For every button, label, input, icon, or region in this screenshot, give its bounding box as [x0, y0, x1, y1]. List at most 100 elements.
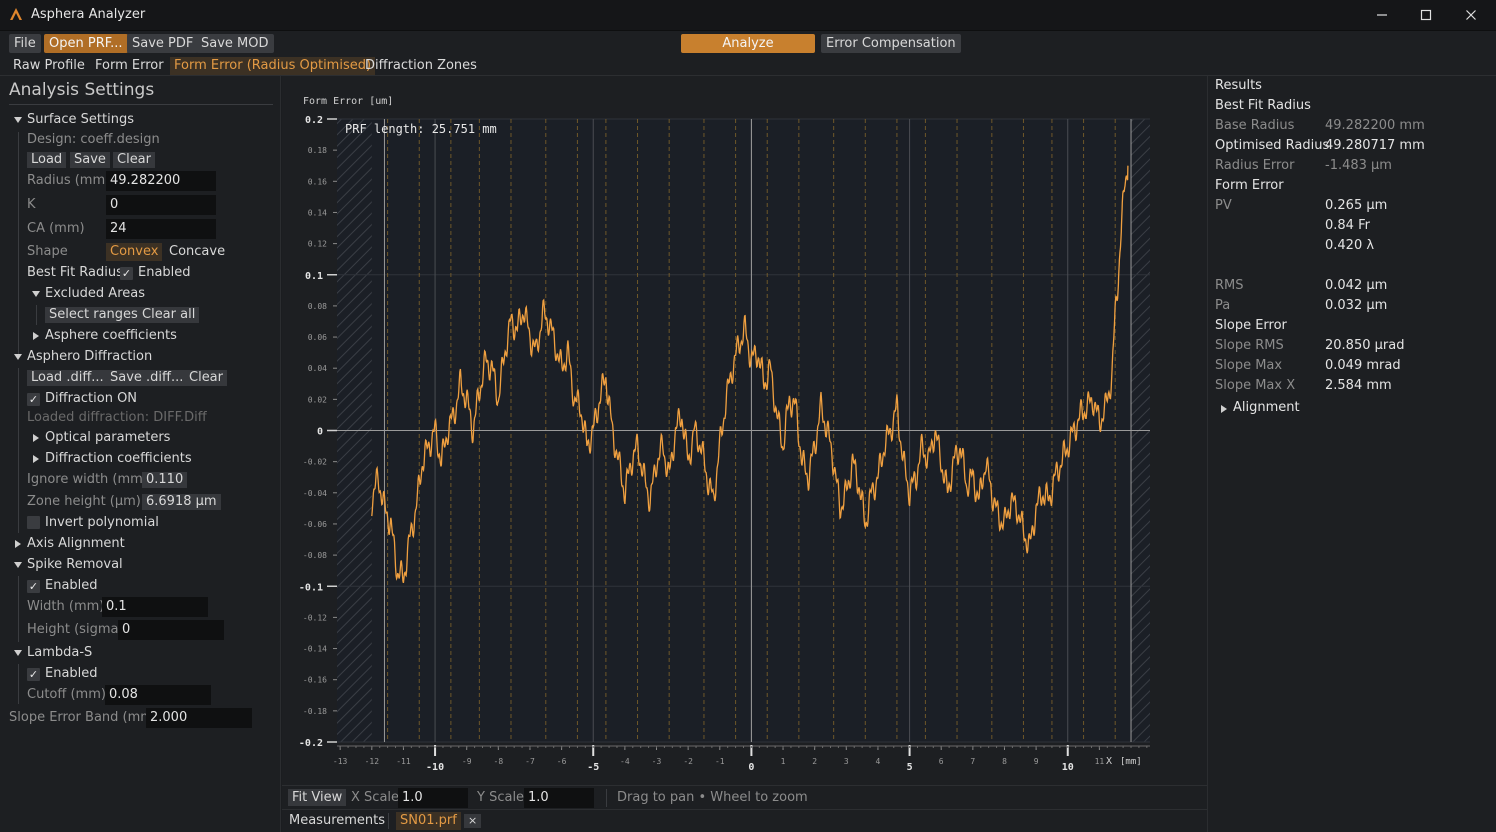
clear-diff-button[interactable]: Clear [185, 370, 227, 386]
expand-arrow-icon[interactable] [33, 455, 39, 463]
clear-all-ranges-button[interactable]: Clear all [138, 307, 200, 323]
x-tick-label: -1 [715, 757, 725, 766]
axis-alignment-header[interactable]: Axis Alignment [27, 535, 125, 553]
y-axis-label: Form Error [um] [303, 96, 393, 107]
y-scale-input[interactable]: 1.0 [524, 788, 594, 808]
shape-convex-option[interactable]: Convex [106, 243, 163, 261]
analyze-mode-button[interactable]: Analyze [681, 34, 815, 53]
slope-max-value: 0.049 mrad [1325, 358, 1401, 373]
design-file-label: Design: coeff.design [27, 132, 160, 147]
diffraction-coefficients-header[interactable]: Diffraction coefficients [45, 450, 192, 468]
select-ranges-button[interactable]: Select ranges [45, 307, 142, 323]
fit-view-button[interactable]: Fit View [288, 789, 347, 806]
slope-error-band-label: Slope Error Band (mm) [9, 710, 158, 725]
open-prf-button[interactable]: Open PRF... [44, 34, 128, 53]
spike-width-input[interactable]: 0.1 [102, 597, 208, 617]
y-tick-label: -0.14 [303, 645, 327, 654]
tree-guide [18, 664, 19, 704]
y-tick-label: -0.16 [303, 676, 327, 685]
slope-error-band-input[interactable]: 2.000 [146, 708, 252, 728]
collapse-arrow-icon[interactable] [32, 291, 40, 297]
results-panel: Results Best Fit Radius Base Radius 49.2… [1207, 76, 1496, 832]
x-tick-label: -6 [557, 757, 567, 766]
best-fit-enabled-checkbox[interactable]: ✓ [120, 267, 133, 280]
error-compensation-mode-button[interactable]: Error Compensation [821, 34, 961, 53]
tab-diffraction-zones[interactable]: Diffraction Zones [365, 57, 477, 75]
expand-arrow-icon[interactable] [1221, 405, 1227, 413]
alignment-header[interactable]: Alignment [1233, 400, 1300, 415]
spike-enabled-label: Enabled [45, 578, 98, 593]
k-label: K [27, 197, 36, 212]
minimize-icon[interactable] [1370, 4, 1394, 26]
x-tick-label: -2 [683, 757, 693, 766]
pv-fringes-value: 0.84 Fr [1325, 218, 1370, 233]
shape-concave-option[interactable]: Concave [169, 243, 225, 261]
lambda-s-header[interactable]: Lambda-S [27, 644, 92, 662]
ca-input[interactable]: 24 [106, 219, 216, 239]
form-error-heading: Form Error [1215, 178, 1284, 193]
spike-removal-header[interactable]: Spike Removal [27, 556, 123, 574]
close-icon[interactable] [1459, 4, 1483, 26]
radius-error-label: Radius Error [1215, 158, 1295, 173]
excluded-areas-header[interactable]: Excluded Areas [45, 285, 145, 303]
collapse-arrow-icon[interactable] [14, 117, 22, 123]
asphere-coefficients-header[interactable]: Asphere coefficients [45, 327, 177, 345]
ignore-width-value[interactable]: 0.110 [142, 472, 188, 488]
spike-height-input[interactable]: 0 [118, 620, 224, 640]
divider [9, 104, 273, 105]
measurements-tab[interactable]: Measurements [289, 812, 385, 830]
status-bar: Measurements SN01.prf × [282, 809, 1207, 832]
collapse-arrow-icon[interactable] [14, 354, 22, 360]
expand-arrow-icon[interactable] [33, 332, 39, 340]
ignore-width-label: Ignore width (mm) [27, 472, 148, 487]
tree-guide [18, 368, 19, 533]
k-input[interactable]: 0 [106, 195, 216, 215]
expand-arrow-icon[interactable] [33, 434, 39, 442]
results-title: Results [1215, 78, 1262, 93]
invert-polynomial-label: Invert polynomial [45, 515, 159, 530]
collapse-arrow-icon[interactable] [14, 650, 22, 656]
load-diff-button[interactable]: Load .diff... [27, 370, 108, 386]
x-tick-label: -4 [620, 757, 630, 766]
expand-arrow-icon[interactable] [15, 540, 21, 548]
zone-height-value[interactable]: 6.6918 µm [142, 494, 221, 510]
diffraction-on-checkbox[interactable]: ✓ [27, 393, 40, 406]
lambda-enabled-checkbox[interactable]: ✓ [27, 668, 40, 681]
x-tick-label: 8 [1002, 757, 1007, 766]
save-diff-button[interactable]: Save .diff... [106, 370, 188, 386]
tree-guide [18, 132, 19, 356]
surface-clear-button[interactable]: Clear [113, 152, 155, 168]
asphero-diffraction-header[interactable]: Asphero Diffraction [27, 348, 152, 366]
file-menu-button[interactable]: File [9, 34, 41, 53]
surface-settings-header[interactable]: Surface Settings [27, 111, 134, 129]
panel-heading: Analysis Settings [9, 80, 155, 100]
spike-enabled-checkbox[interactable]: ✓ [27, 580, 40, 593]
cutoff-input[interactable]: 0.08 [105, 685, 211, 705]
save-mod-button[interactable]: Save MOD [196, 34, 274, 53]
x-tick-label: 0 [748, 762, 754, 773]
optical-parameters-header[interactable]: Optical parameters [45, 429, 170, 447]
slope-rms-label: Slope RMS [1215, 338, 1284, 353]
tree-guide [36, 305, 37, 325]
ca-label: CA (mm) [27, 221, 85, 236]
maximize-icon[interactable] [1414, 4, 1438, 26]
surface-save-button[interactable]: Save [70, 152, 110, 168]
view-tabs: Raw Profile Form Error Form Error (Radiu… [0, 56, 1496, 76]
tab-form-error[interactable]: Form Error [95, 57, 164, 75]
x-scale-input[interactable]: 1.0 [398, 788, 468, 808]
close-file-icon[interactable]: × [464, 814, 482, 828]
plot-area[interactable]: 0.2 0.1 0 -0.1 -0.2 0.18 0.16 0.14 0.12 0.08 0.06 0… [282, 76, 1207, 785]
tree-guide [18, 576, 19, 642]
surface-load-button[interactable]: Load [27, 152, 67, 168]
save-pdf-button[interactable]: Save PDF [127, 34, 199, 53]
invert-polynomial-checkbox[interactable] [27, 516, 40, 529]
file-tab-sn01[interactable]: SN01.prf [396, 812, 461, 830]
form-error-chart[interactable]: 0.2 0.1 0 -0.1 -0.2 0.18 0.16 0.14 0.12 0.08 0.06 0… [282, 76, 1207, 785]
tab-form-error-radius-optimised[interactable]: Form Error (Radius Optimised) [170, 57, 376, 75]
x-tick-label: -13 [333, 757, 348, 766]
shape-label: Shape [27, 244, 68, 259]
x-tick-label: -11 [396, 757, 411, 766]
radius-input[interactable]: 49.282200 [106, 171, 216, 191]
collapse-arrow-icon[interactable] [14, 562, 22, 568]
tab-raw-profile[interactable]: Raw Profile [13, 57, 85, 75]
